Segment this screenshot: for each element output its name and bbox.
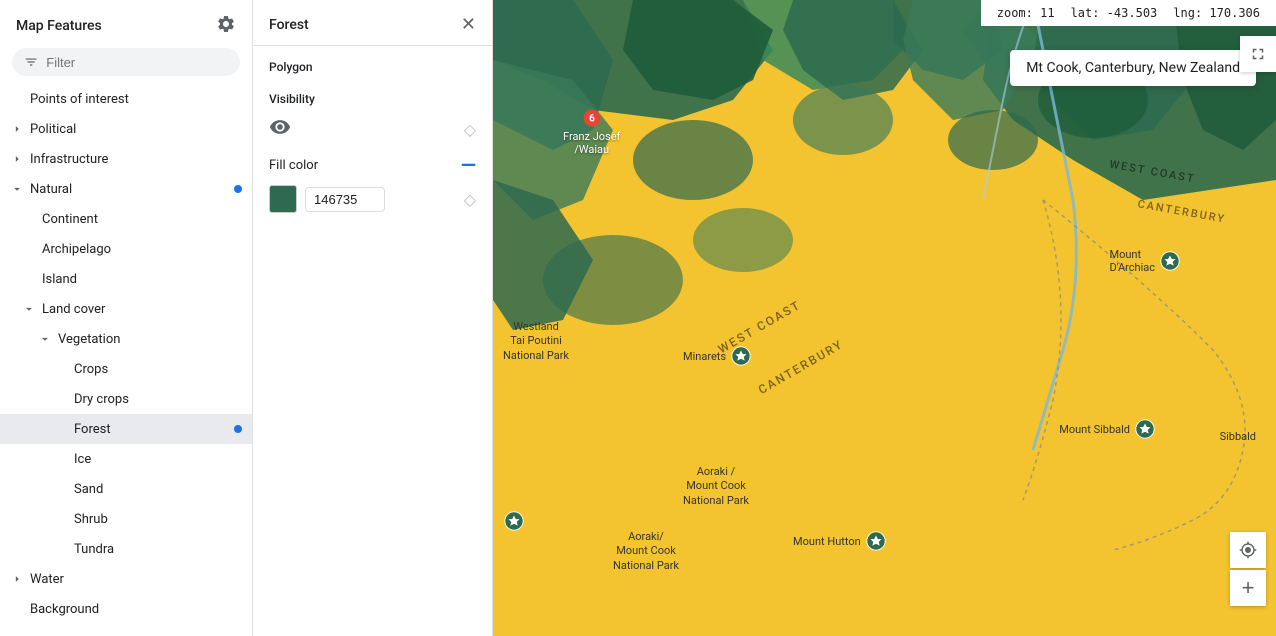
minarets-poi[interactable]: Minarets <box>683 345 752 367</box>
sidebar-item-label: Points of interest <box>26 92 244 107</box>
sidebar-item-label: Infrastructure <box>26 152 244 167</box>
sidebar-item-label: Forest <box>70 422 244 437</box>
sidebar-item-land-cover[interactable]: Land cover <box>0 294 252 324</box>
my-location-button[interactable] <box>1230 532 1266 568</box>
panel-header: Map Features <box>0 0 252 48</box>
active-dot <box>234 185 242 193</box>
active-dot <box>234 425 242 433</box>
color-swatch[interactable] <box>269 185 297 213</box>
forest-panel-header: Forest ✕ <box>253 0 492 46</box>
chevron-icon <box>8 120 26 138</box>
sidebar-item-crops[interactable]: Crops <box>0 354 252 384</box>
sidebar-item-continent[interactable]: Continent <box>0 204 252 234</box>
fill-color-row: Fill color — <box>253 149 492 181</box>
location-label: Mt Cook, Canterbury, New Zealand <box>1010 50 1256 86</box>
sidebar-tree: Points of interest Political Infrastruct… <box>0 84 252 624</box>
map-controls: + <box>1230 532 1266 606</box>
polygon-label: Polygon <box>253 46 492 78</box>
fullscreen-button[interactable] <box>1240 36 1276 72</box>
sidebar-item-island[interactable]: Island <box>0 264 252 294</box>
sidebar-item-sand[interactable]: Sand <box>0 474 252 504</box>
filter-bar[interactable] <box>12 48 240 76</box>
zoom-label: zoom: 11 <box>997 6 1055 20</box>
chevron-icon <box>36 330 54 348</box>
sidebar-item-label: Land cover <box>38 302 244 317</box>
sibbald-label: Sibbald <box>1220 430 1256 443</box>
sidebar-item-label: Natural <box>26 182 244 197</box>
chevron-icon <box>8 180 26 198</box>
forest-title: Forest <box>269 17 309 33</box>
sidebar-item-points-of-interest[interactable]: Points of interest <box>0 84 252 114</box>
sidebar-item-label: Crops <box>70 362 244 377</box>
sidebar-item-label: Continent <box>38 212 244 227</box>
sidebar-item-water[interactable]: Water <box>0 564 252 594</box>
sidebar-item-forest[interactable]: Forest <box>0 414 252 444</box>
sidebar-item-background[interactable]: Background <box>0 594 252 624</box>
filter-icon <box>24 54 38 70</box>
map-canvas[interactable]: zoom: 11 lat: -43.503 lng: 170.306 Mt Co… <box>493 0 1276 636</box>
forest-panel: Forest ✕ Polygon Visibility ◇ Fill color… <box>253 0 493 636</box>
fill-color-minus-icon[interactable]: — <box>461 155 476 175</box>
visibility-diamond-icon[interactable]: ◇ <box>464 120 476 139</box>
sidebar-item-natural[interactable]: Natural <box>0 174 252 204</box>
sidebar-item-vegetation[interactable]: Vegetation <box>0 324 252 354</box>
zoom-in-button[interactable]: + <box>1230 570 1266 606</box>
visibility-row: ◇ <box>253 110 492 149</box>
settings-icon[interactable] <box>216 14 236 38</box>
chevron-icon <box>8 570 26 588</box>
franz-josef-poi[interactable]: 6 Franz Josef/Waiau <box>563 108 620 156</box>
sidebar-item-label: Water <box>26 572 244 587</box>
hex-input[interactable] <box>305 187 385 212</box>
fill-diamond-icon[interactable]: ◇ <box>464 190 476 209</box>
mount-hutton-poi[interactable]: Mount Hutton <box>793 530 887 552</box>
sidebar-item-label: Archipelago <box>38 242 244 257</box>
lng-label: lng: 170.306 <box>1173 6 1260 20</box>
sidebar-item-label: Island <box>38 272 244 287</box>
sidebar-item-archipelago[interactable]: Archipelago <box>0 234 252 264</box>
chevron-icon <box>8 150 26 168</box>
mount-sibbald-poi[interactable]: Mount Sibbald <box>1059 418 1156 440</box>
mount-darchiac-poi[interactable]: MountD'Archiac <box>1109 248 1181 274</box>
sidebar-item-shrub[interactable]: Shrub <box>0 504 252 534</box>
fill-color-label: Fill color <box>269 158 318 173</box>
sidebar-item-label: Ice <box>70 452 244 467</box>
lat-label: lat: -43.503 <box>1071 6 1158 20</box>
sidebar-item-ice[interactable]: Ice <box>0 444 252 474</box>
sidebar-item-tundra[interactable]: Tundra <box>0 534 252 564</box>
sidebar-item-label: Shrub <box>70 512 244 527</box>
visibility-label: Visibility <box>253 78 492 110</box>
chevron-icon <box>20 300 38 318</box>
color-input-row: ◇ <box>253 181 492 217</box>
sidebar-item-label: Sand <box>70 482 244 497</box>
svg-text:6: 6 <box>589 113 595 124</box>
sidebar-item-label: Background <box>26 602 244 617</box>
left-panel: Map Features Points of interest Politica… <box>0 0 253 636</box>
westland-label: WestlandTai PoutiniNational Park <box>503 320 569 363</box>
sidebar-item-label: Dry crops <box>70 392 244 407</box>
map-area: zoom: 11 lat: -43.503 lng: 170.306 Mt Co… <box>493 0 1276 636</box>
sidebar-item-infrastructure[interactable]: Infrastructure <box>0 144 252 174</box>
aoraki-label-2: Aoraki/Mount CookNational Park <box>613 530 679 573</box>
filter-input[interactable] <box>46 55 228 70</box>
panel-title: Map Features <box>16 18 102 34</box>
close-button[interactable]: ✕ <box>461 14 476 35</box>
sidebar-item-dry-crops[interactable]: Dry crops <box>0 384 252 414</box>
map-topbar: zoom: 11 lat: -43.503 lng: 170.306 <box>981 0 1276 26</box>
sidebar-item-label: Political <box>26 122 244 137</box>
aoraki-label-1: Aoraki /Mount CookNational Park <box>683 465 749 508</box>
sidebar-item-label: Tundra <box>70 542 244 557</box>
eye-icon[interactable] <box>269 116 291 143</box>
aoraki-poi-left[interactable] <box>503 510 525 532</box>
sidebar-item-political[interactable]: Political <box>0 114 252 144</box>
sidebar-item-label: Vegetation <box>54 332 244 347</box>
